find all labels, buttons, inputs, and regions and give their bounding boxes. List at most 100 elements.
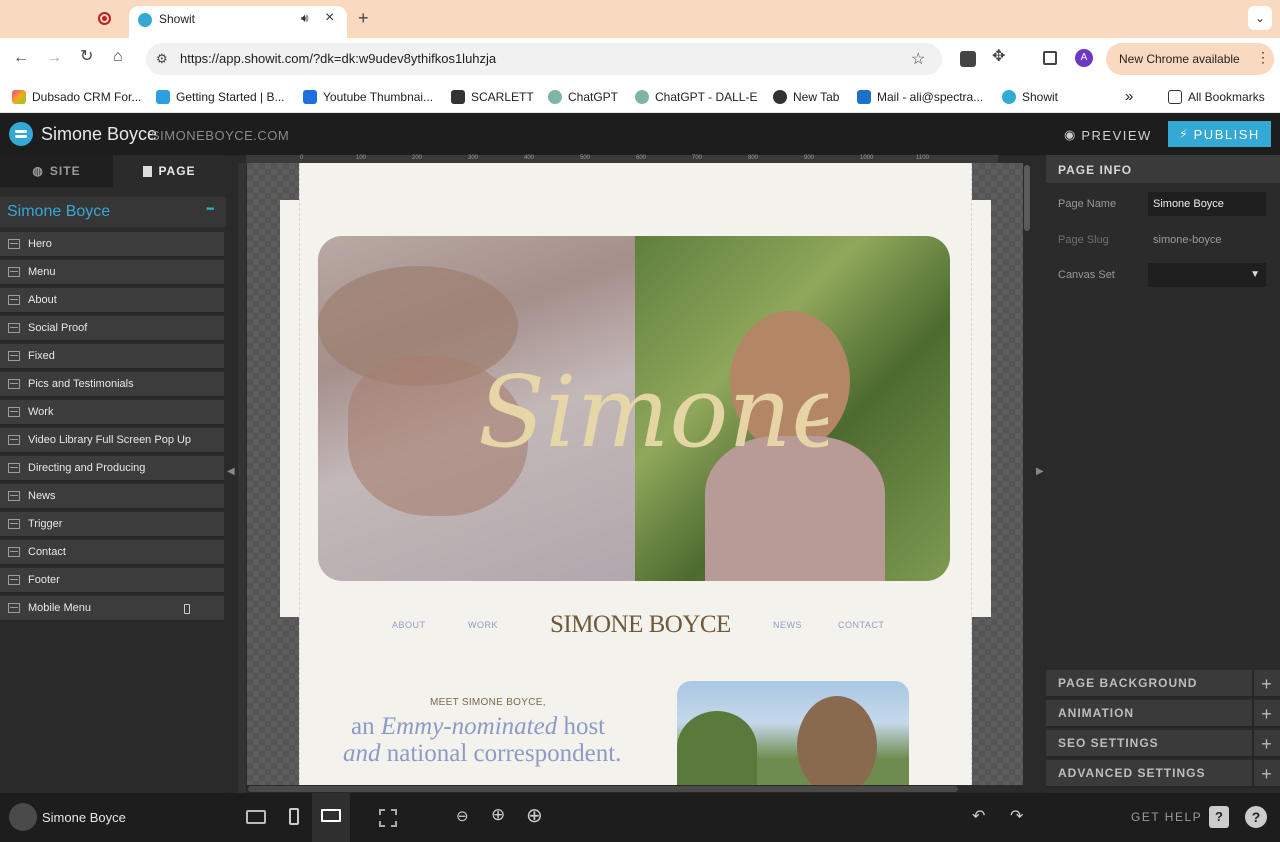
nav-news[interactable]: NEWS bbox=[773, 620, 802, 630]
canvas-workspace[interactable]: Simone ABOUT WORK SIMONE BOYCE NEWS CONT… bbox=[247, 163, 1023, 785]
meet-label[interactable]: MEET SIMONE BOYCE, bbox=[430, 697, 546, 708]
extensions-puzzle-icon[interactable]: ✥ bbox=[992, 49, 1005, 65]
site-info-icon[interactable]: ⚙ bbox=[156, 51, 168, 67]
canvas-row[interactable]: Hero bbox=[0, 232, 224, 258]
horizontal-scrollbar[interactable] bbox=[248, 786, 958, 792]
new-tab-icon[interactable]: + bbox=[358, 8, 369, 29]
get-help-label[interactable]: GET HELP bbox=[1131, 810, 1202, 824]
bookmark-dubsado[interactable]: Dubsado CRM For... bbox=[12, 80, 141, 113]
publish-button[interactable]: ⚡︎ PUBLISH bbox=[1168, 121, 1271, 147]
zoom-in-icon[interactable]: ⊕ bbox=[526, 803, 543, 828]
page-title-row[interactable]: Simone Boyce ••• bbox=[0, 197, 226, 227]
bookmark-star-icon[interactable]: ☆ bbox=[911, 49, 925, 69]
zoom-fit-icon[interactable]: ⊕ bbox=[491, 805, 505, 825]
desktop-preview-icon[interactable] bbox=[246, 810, 266, 824]
canvas-row[interactable]: Work bbox=[0, 400, 224, 426]
menu-dots-icon: ⋮ bbox=[1256, 49, 1270, 65]
side-panel-icon[interactable] bbox=[1043, 51, 1057, 65]
tab-site[interactable]: ◍ SITE bbox=[0, 155, 113, 187]
all-bookmarks[interactable]: All Bookmarks bbox=[1168, 80, 1265, 113]
nav-about[interactable]: ABOUT bbox=[392, 620, 426, 630]
canvas-row[interactable]: Contact bbox=[0, 540, 224, 566]
canvas-row-label: Contact bbox=[28, 546, 66, 558]
canvas-row[interactable]: Directing and Producing bbox=[0, 456, 224, 482]
close-tab-icon[interactable]: × bbox=[325, 9, 334, 27]
bookmark-youtube-thumbnail[interactable]: Youtube Thumbnai... bbox=[303, 80, 433, 113]
undo-icon[interactable]: ↶ bbox=[972, 806, 985, 826]
profile-avatar[interactable]: A bbox=[1075, 49, 1093, 67]
record-icon[interactable] bbox=[98, 12, 111, 25]
tagline-line-1[interactable]: an Emmy-nominated host bbox=[351, 713, 605, 741]
page-name-input[interactable]: Simone Boyce bbox=[1148, 192, 1266, 216]
speaker-icon[interactable]: 🔊︎ bbox=[301, 11, 309, 26]
address-bar[interactable]: ⚙ https://app.showit.com/?dk=dk:w9udev8y… bbox=[146, 43, 942, 75]
bookmark-getting-started[interactable]: Getting Started | B... bbox=[156, 80, 285, 113]
canvas-row[interactable]: Mobile Menu bbox=[0, 596, 224, 622]
canvas-row[interactable]: Footer bbox=[0, 568, 224, 594]
about-photo[interactable] bbox=[677, 681, 909, 785]
canvas-icon bbox=[8, 575, 20, 585]
help-chat-icon[interactable]: ? bbox=[1245, 806, 1267, 828]
tab-page[interactable]: PAGE bbox=[113, 155, 226, 187]
left-panel: ◍ SITE PAGE Simone Boyce ••• Hero Menu Abo… bbox=[0, 155, 226, 793]
canvas-row[interactable]: Video Library Full Screen Pop Up bbox=[0, 428, 224, 454]
collapse-left-icon[interactable]: ◀ bbox=[227, 466, 235, 477]
site-domain[interactable]: SIMONEBOYCE.COM bbox=[151, 128, 289, 143]
canvas-icon bbox=[8, 351, 20, 361]
plus-icon[interactable]: + bbox=[1252, 670, 1280, 698]
bookmark-new-tab[interactable]: New Tab bbox=[773, 80, 839, 113]
desktop-view-button[interactable] bbox=[312, 793, 350, 842]
back-icon[interactable]: ← bbox=[13, 50, 29, 66]
settings-section-label: PAGE BACKGROUND bbox=[1058, 676, 1198, 690]
bookmark-showit[interactable]: Showit bbox=[1002, 80, 1058, 113]
hero-photo[interactable]: Simone bbox=[318, 236, 950, 581]
tab-showit[interactable]: Showit 🔊︎ × bbox=[129, 6, 347, 38]
settings-section[interactable]: SEO SETTINGS + bbox=[1046, 730, 1280, 758]
reload-icon[interactable]: ↻ bbox=[80, 49, 93, 65]
plus-icon[interactable]: + bbox=[1252, 700, 1280, 728]
url-text[interactable]: https://app.showit.com/?dk=dk:w9udev8yth… bbox=[180, 51, 496, 66]
nav-work[interactable]: WORK bbox=[468, 620, 498, 630]
help-docs-icon[interactable]: ? bbox=[1209, 806, 1229, 828]
canvas-set-select[interactable]: ▼ bbox=[1148, 263, 1266, 287]
page-options-icon[interactable]: ••• bbox=[206, 204, 214, 215]
tagline-line-2[interactable]: and national correspondent. bbox=[343, 740, 621, 768]
preview-button[interactable]: ◉ PREVIEW bbox=[1064, 125, 1152, 145]
nav-brand[interactable]: SIMONE BOYCE bbox=[550, 611, 731, 639]
grid-select-icon[interactable] bbox=[379, 809, 397, 827]
home-icon[interactable]: ⌂ bbox=[113, 49, 123, 65]
bookmark-chatgpt[interactable]: ChatGPT bbox=[548, 80, 618, 113]
canvas-icon bbox=[8, 435, 20, 445]
collapse-right-icon[interactable]: ▶ bbox=[1036, 466, 1044, 477]
user-avatar[interactable] bbox=[9, 803, 37, 831]
redo-icon[interactable]: ↷ bbox=[1010, 806, 1023, 826]
settings-section[interactable]: ANIMATION + bbox=[1046, 700, 1280, 728]
canvas-row-label: News bbox=[28, 490, 56, 502]
bookmark-mail[interactable]: Mail - ali@spectra... bbox=[857, 80, 983, 113]
settings-section[interactable]: ADVANCED SETTINGS + bbox=[1046, 760, 1280, 788]
canvas-row[interactable]: Fixed bbox=[0, 344, 224, 370]
bookmark-chatgpt-dalle[interactable]: ChatGPT - DALL-E bbox=[635, 80, 757, 113]
canvas-row[interactable]: Menu bbox=[0, 260, 224, 286]
new-chrome-button[interactable]: New Chrome available ⋮ bbox=[1106, 43, 1274, 75]
canvas-row[interactable]: Trigger bbox=[0, 512, 224, 538]
tab-search-icon[interactable]: ⌄ bbox=[1248, 6, 1272, 30]
site-name[interactable]: Simone Boyce bbox=[41, 124, 157, 145]
forward-icon[interactable]: → bbox=[46, 50, 62, 66]
bookmarks-overflow-icon[interactable]: » bbox=[1125, 80, 1133, 113]
canvas-row[interactable]: About bbox=[0, 288, 224, 314]
settings-section[interactable]: PAGE BACKGROUND + bbox=[1046, 670, 1280, 698]
plus-icon[interactable]: + bbox=[1252, 730, 1280, 758]
nav-contact[interactable]: CONTACT bbox=[838, 620, 884, 630]
showit-logo-icon[interactable] bbox=[9, 122, 33, 146]
vertical-scrollbar[interactable] bbox=[1024, 165, 1030, 231]
zoom-out-icon[interactable]: ⊖ bbox=[456, 807, 469, 825]
extension-icon[interactable] bbox=[960, 51, 976, 67]
mobile-view-icon[interactable] bbox=[289, 808, 299, 825]
user-name[interactable]: Simone Boyce bbox=[42, 810, 126, 825]
bookmark-scarlett[interactable]: SCARLETT bbox=[451, 80, 534, 113]
canvas-row[interactable]: News bbox=[0, 484, 224, 510]
plus-icon[interactable]: + bbox=[1252, 760, 1280, 788]
canvas-row[interactable]: Pics and Testimonials bbox=[0, 372, 224, 398]
canvas-row[interactable]: Social Proof bbox=[0, 316, 224, 342]
